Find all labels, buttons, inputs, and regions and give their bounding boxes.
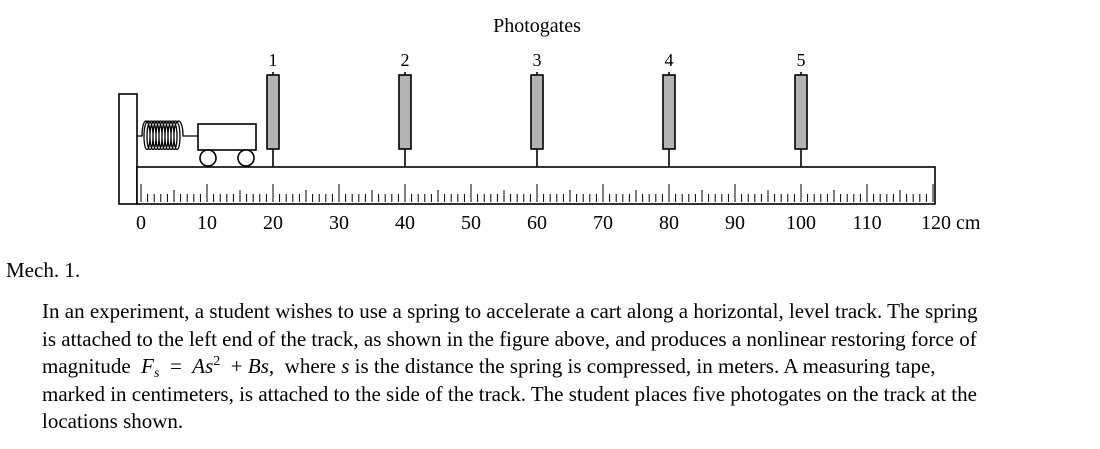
scale-label: 80 (659, 212, 679, 234)
photogate-label: 2 (401, 50, 410, 70)
scale-label: 110 (852, 212, 881, 234)
photogate-label: 1 (269, 50, 278, 70)
photogates-title: Photogates (493, 15, 581, 37)
photogate-label: 3 (533, 50, 542, 70)
track-diagram: 1 2 3 4 5 0 10 20 30 40 50 60 70 80 90 100 110 120 cm Ph… (118, 15, 981, 234)
eq-lead: magnitude (42, 354, 131, 378)
photogate-4 (662, 74, 676, 150)
problem-line-5: locations shown. (42, 409, 184, 433)
eq-where: where (284, 354, 336, 378)
scale-label: 40 (395, 212, 415, 234)
eq-force-symbol: F (141, 354, 154, 378)
eq-coefficient-b: B (247, 354, 261, 378)
problem-label: Mech. 1. (6, 258, 81, 282)
eq-coefficient-a: A (192, 354, 206, 378)
eq-variable-s2: s (260, 354, 269, 378)
problem-line-1: In an experiment, a student wishes to us… (42, 299, 978, 323)
scale-label: 50 (461, 212, 481, 234)
track (136, 166, 936, 205)
photogate-label: 4 (665, 50, 674, 70)
photogate-1 (266, 74, 280, 150)
scale-label: 90 (725, 212, 745, 234)
scale-labels: 0 10 20 30 40 50 60 70 80 90 100 110 120 cm (136, 212, 981, 234)
photogate-label: 5 (797, 50, 806, 70)
problem-text: In an experiment, a student wishes to us… (42, 298, 1092, 436)
eq-s-variable: s (341, 354, 350, 378)
cart-body (197, 123, 257, 151)
wall (118, 93, 138, 205)
scale-label: 100 (786, 212, 816, 234)
scale-label: 10 (197, 212, 217, 234)
eq-comma: , (268, 354, 275, 378)
scale-label: 30 (329, 212, 349, 234)
eq-exponent: 2 (213, 354, 221, 369)
eq-plus: + (230, 354, 243, 378)
cart-wheel-left (199, 149, 217, 167)
photogate-2 (398, 74, 412, 150)
eq-force-subscript: s (153, 366, 160, 381)
problem-line-3: magnitude Fs = As2 + Bs, where s is the … (42, 353, 1092, 381)
scale-label: 60 (527, 212, 547, 234)
scale-label: 20 (263, 212, 283, 234)
scale-end-label: 120 cm (921, 212, 981, 234)
photogates: 1 2 3 4 5 (266, 50, 808, 167)
eq-rest: is the distance the spring is compressed… (354, 354, 936, 378)
photogate-5 (794, 74, 808, 150)
problem-line-2: is attached to the left end of the track… (42, 326, 977, 351)
cart-wheel-right (237, 149, 255, 167)
scale-label: 0 (136, 212, 146, 234)
spring (137, 120, 198, 151)
problem-line-4: marked in centimeters, is attached to th… (42, 381, 977, 406)
scale-label: 70 (593, 212, 613, 234)
eq-equals: = (169, 354, 182, 378)
photogate-3 (530, 74, 544, 150)
